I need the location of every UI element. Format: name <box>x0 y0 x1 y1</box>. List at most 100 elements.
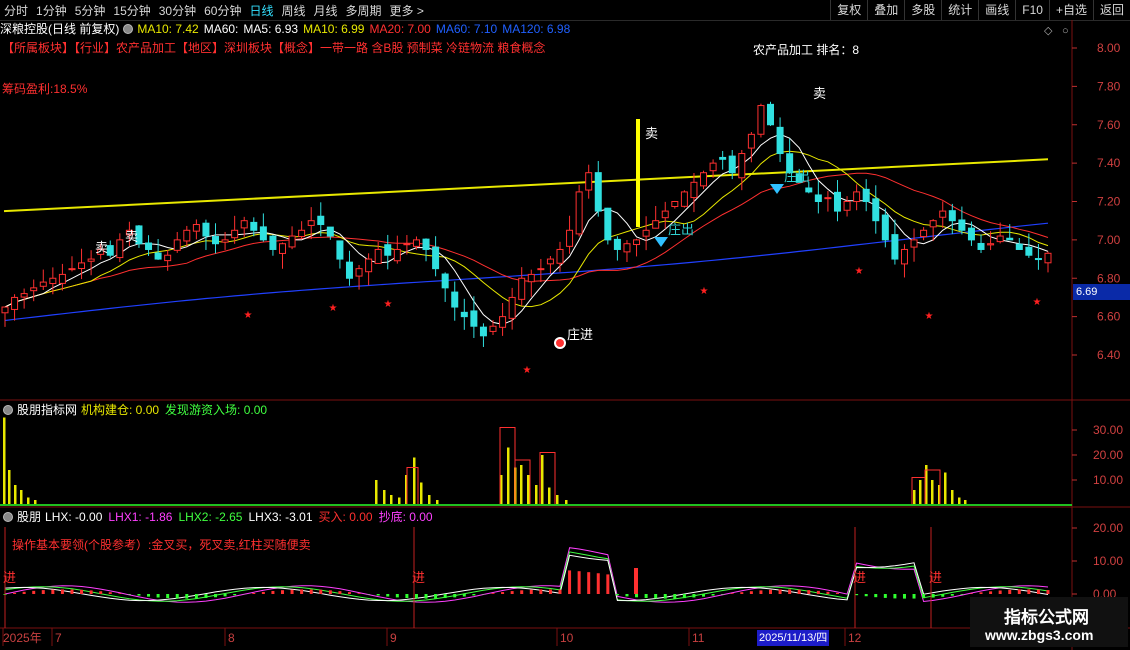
macd-bar <box>194 594 198 599</box>
macd-bar <box>635 594 639 598</box>
macd-bar <box>300 589 304 594</box>
candle-body <box>393 248 401 262</box>
macd-bar <box>510 591 514 594</box>
candle-body <box>566 229 574 247</box>
macd-bar <box>147 594 151 597</box>
star-marker: ★ <box>855 266 864 277</box>
candle-body <box>977 242 985 250</box>
panel2-bar <box>20 490 23 505</box>
macd-bar <box>759 590 763 594</box>
macd-bar <box>835 592 839 594</box>
macd-bar <box>826 591 830 594</box>
macd-bar <box>644 594 648 598</box>
y-tick-label: 7.80 <box>1097 79 1121 93</box>
macd-bar <box>328 590 332 594</box>
candle-body <box>365 258 373 273</box>
macd-bar <box>539 589 543 594</box>
macd-bar <box>472 594 476 596</box>
candle-body <box>508 296 516 319</box>
panel2-y-label: 10.00 <box>1093 473 1123 487</box>
diamond-marker <box>654 237 668 247</box>
macd-bar <box>769 589 773 594</box>
macd-bar <box>788 589 792 594</box>
macd-bar <box>453 594 457 598</box>
macd-bar <box>912 594 916 599</box>
kline-chart[interactable]: 8.00 7.80 7.60 7.40 7.20 7.00 6.80 6.60 6.40 30.0… <box>0 0 1130 650</box>
diamond-toggle-icon: ◇ <box>1044 25 1053 37</box>
panel2-bar <box>520 465 523 505</box>
macd-bar <box>979 592 983 594</box>
candle-body <box>623 243 631 253</box>
candle-body <box>728 155 736 174</box>
sell-label-4: 卖 <box>813 86 826 101</box>
zhuang-in-label: 庄进 <box>567 327 593 342</box>
macd-bar <box>271 590 275 594</box>
candle-body <box>719 156 727 160</box>
macd-bar <box>998 590 1002 594</box>
candle-body <box>585 172 593 191</box>
candle-body <box>1015 243 1023 250</box>
candle-body <box>412 239 420 247</box>
sell-label-3: 卖 <box>645 126 658 141</box>
macd-bar <box>797 589 801 594</box>
macd-bar <box>960 594 964 595</box>
candle-body <box>288 235 296 248</box>
x-axis-label: 7 <box>55 631 62 645</box>
candle-body <box>1044 252 1052 264</box>
macd-bar <box>32 590 36 594</box>
candle-body <box>489 325 497 332</box>
candle-body <box>403 243 411 246</box>
sell-label-1: 卖 <box>95 240 108 255</box>
candle-body <box>910 239 918 248</box>
candle-body <box>1006 237 1014 241</box>
macd-bar <box>424 594 428 599</box>
candle-body <box>594 172 602 212</box>
candle-body <box>738 153 746 179</box>
panel2-box <box>406 467 419 506</box>
candle-body <box>814 194 822 202</box>
candle-body <box>948 210 956 222</box>
panel2-bar <box>535 485 538 505</box>
macd-bar <box>902 594 906 599</box>
macd-bar <box>969 593 973 594</box>
macd-bar <box>529 589 533 594</box>
macd-bar <box>347 592 351 594</box>
candle-body <box>355 268 363 277</box>
candle-body <box>958 219 966 231</box>
macd-bar <box>80 589 84 594</box>
candle-body <box>996 235 1004 243</box>
candle-body <box>240 220 248 229</box>
macd-bar <box>577 571 581 594</box>
star-marker: ★ <box>925 311 934 322</box>
candle-body <box>1025 246 1033 256</box>
star-marker: ★ <box>329 303 338 314</box>
macd-bar <box>166 594 170 599</box>
macd-bar <box>625 594 629 597</box>
macd-bar <box>778 589 782 594</box>
candle-body <box>451 291 459 308</box>
macd-bar <box>434 594 438 599</box>
panel2-bar <box>931 480 934 505</box>
macd-bar <box>740 592 744 594</box>
macd-bar <box>252 593 256 594</box>
macd-bar <box>309 589 313 594</box>
macd-bar <box>1017 589 1021 594</box>
candle-body <box>164 254 172 262</box>
crosshair-date-tag: 2025/11/13/四 <box>757 630 830 646</box>
candle-body <box>604 207 612 241</box>
macd-bar <box>893 594 897 599</box>
candle-body <box>250 221 258 231</box>
macd-bar <box>673 594 677 599</box>
jin-label: 进 <box>929 570 942 585</box>
macd-bar <box>405 594 409 599</box>
macd-bar <box>137 594 141 596</box>
macd-bar <box>692 594 696 598</box>
candle-body <box>470 310 478 327</box>
panel2-bar <box>428 495 431 505</box>
jin-label: 进 <box>412 570 425 585</box>
zhuang-in-marker-dot <box>556 339 564 347</box>
panel2-bar <box>556 495 559 505</box>
lhx3-line <box>4 554 1049 602</box>
candle-body <box>1 306 9 314</box>
macd-bar <box>185 594 189 599</box>
